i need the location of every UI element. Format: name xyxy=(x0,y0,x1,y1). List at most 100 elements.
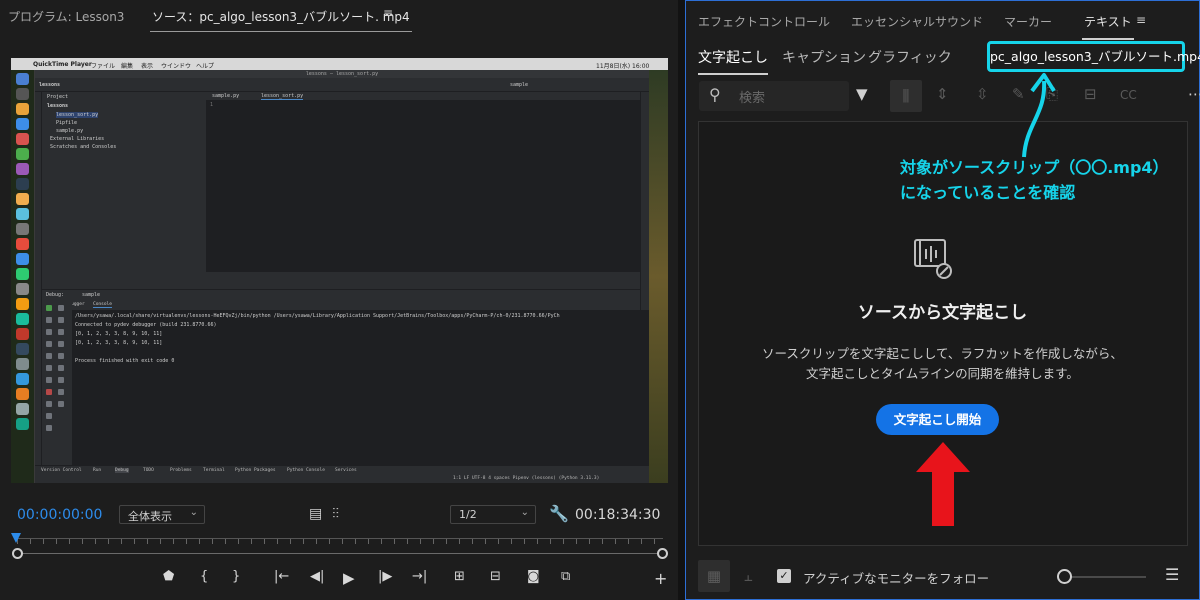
search-field[interactable]: ⚲ 検索 xyxy=(699,81,849,111)
transcribe-icon xyxy=(914,239,952,279)
follow-monitor-checkbox[interactable]: ✓ xyxy=(777,569,791,583)
line-number: 1 xyxy=(210,102,214,108)
description-line: ソースクリップを文字起こしして、ラフカットを作成しながら、 xyxy=(762,346,1123,361)
ide-title: lessons — lesson_sort.py xyxy=(35,70,649,78)
zoom-slider-handle[interactable] xyxy=(1057,569,1072,584)
timecode-duration: 00:18:34:30 xyxy=(575,507,661,523)
zoom-scrollbar[interactable] xyxy=(17,553,663,554)
merge-down-icon: ⇳ xyxy=(976,85,989,103)
tree-item: lessons xyxy=(47,103,69,109)
video-frame: QuickTime Player ファイル 編集 表示 ウインドウ ヘルプ 11… xyxy=(11,58,668,483)
ide-status-bar: 1:1 LF UTF-8 4 spaces Pipenv (lessons) (… xyxy=(453,476,600,481)
premiere-window: プログラム: Lesson3 ソース：pc_algo_lesson3_バブルソー… xyxy=(0,0,1200,600)
playhead-icon[interactable] xyxy=(11,533,21,543)
resolution-select[interactable]: 1/2 ⌄ xyxy=(450,505,536,524)
console-line: [0, 1, 2, 3, 3, 8, 9, 10, 11] xyxy=(75,331,163,337)
timecode-current[interactable]: 00:00:00:00 xyxy=(17,507,102,523)
pycharm-window: lessons — lesson_sort.py lessons sample … xyxy=(35,70,649,483)
annotation-line: 対象がソースクリップ（〇〇.mp4） xyxy=(900,158,1169,177)
empty-state-title: ソースから文字起こし xyxy=(857,303,1028,323)
zoom-select[interactable]: 全体表示 ⌄ xyxy=(119,505,205,524)
mac-menu-item: ファイル xyxy=(91,63,116,70)
panel-tab-bar: エフェクトコントロール エッセンシャルサウンド マーカー テキスト ≡ xyxy=(686,1,1199,40)
panel-divider[interactable] xyxy=(678,0,685,600)
add-icon[interactable]: + xyxy=(654,569,667,588)
export-icon[interactable]: ⧉ xyxy=(561,569,570,584)
go-to-in-icon[interactable]: |← xyxy=(274,569,289,584)
step-back-icon[interactable]: ◀| xyxy=(310,569,324,584)
console-line: Connected to pydev debugger (build 231.8… xyxy=(75,322,217,328)
more-icon[interactable]: ⋯ xyxy=(1188,85,1200,103)
mac-menu-item: 表示 xyxy=(141,63,154,70)
tool-window: TODO xyxy=(143,468,154,473)
ide-project-tree: Project lessons lesson_sort.py Pipfile s… xyxy=(42,92,206,272)
console-line: Process finished with exit code 0 xyxy=(75,358,175,364)
start-transcription-button[interactable]: 文字起こし開始 xyxy=(876,404,999,435)
play-icon[interactable]: ▶ xyxy=(343,569,355,587)
description-line: 文字起こしとタイムラインの同期を維持します。 xyxy=(806,366,1079,381)
tree-item: Scratches and Consoles xyxy=(50,144,117,150)
tab-program[interactable]: プログラム: Lesson3 xyxy=(8,8,124,25)
go-to-out-icon[interactable]: →| xyxy=(412,569,427,584)
tree-item: External Libraries xyxy=(50,136,105,142)
ide-toolbar: lessons sample xyxy=(35,78,649,92)
debug-tab: Console xyxy=(93,302,112,308)
monitor-tab-bar: プログラム: Lesson3 ソース：pc_algo_lesson3_バブルソー… xyxy=(0,0,678,32)
tool-window: Run xyxy=(93,468,102,473)
project-header: Project xyxy=(47,94,69,100)
hamburger-icon[interactable]: ≡ xyxy=(383,6,393,20)
hamburger-icon[interactable]: ≡ xyxy=(1136,13,1146,27)
tool-window: Debug xyxy=(115,468,129,473)
ide-root-label: lessons xyxy=(39,82,61,88)
tool-window: Python Packages xyxy=(235,468,276,473)
wrench-icon[interactable]: 🔧 xyxy=(549,504,569,523)
mark-out-icon[interactable]: } xyxy=(232,569,240,584)
tab-text[interactable]: テキスト xyxy=(1082,13,1134,40)
settings-sliders-icon[interactable]: ☰ xyxy=(1165,565,1179,584)
search-icon: ⚲ xyxy=(709,85,721,104)
text-panel: エフェクトコントロール エッセンシャルサウンド マーカー テキスト ≡ 文字起こ… xyxy=(685,0,1200,600)
tab-transcript[interactable]: 文字起こし xyxy=(698,47,768,75)
zoom-slider-track[interactable] xyxy=(1066,576,1146,578)
tab-source[interactable]: ソース：pc_algo_lesson3_バブルソート. mp4 xyxy=(150,8,412,32)
tab-essential-sound[interactable]: エッセンシャルサウンド xyxy=(851,13,983,30)
resolution-select-value: 1/2 xyxy=(459,508,477,521)
filter-icon[interactable]: ▼ xyxy=(856,85,868,103)
mark-in-icon[interactable]: { xyxy=(200,569,208,584)
tool-window: Python Console xyxy=(287,468,325,473)
desktop-wallpaper xyxy=(649,70,668,483)
tab-markers[interactable]: マーカー xyxy=(1004,13,1052,30)
tool-window: Services xyxy=(335,468,357,473)
tab-graphics[interactable]: グラフィック xyxy=(868,47,952,67)
annotation-arrow-icon xyxy=(1022,73,1056,158)
tab-effect-controls[interactable]: エフェクトコントロール xyxy=(698,13,830,30)
transcript-view-icon[interactable]: ▦ xyxy=(698,560,730,592)
marker-icon[interactable]: ⬟ xyxy=(163,569,174,584)
search-placeholder: 検索 xyxy=(739,91,766,106)
insert-icon[interactable]: ⊞ xyxy=(454,569,465,584)
scroll-handle-left[interactable] xyxy=(12,548,23,559)
split-caption-icon[interactable]: ⫼ xyxy=(890,80,922,112)
camera-icon[interactable]: ◙ xyxy=(527,569,540,584)
ide-left-strip xyxy=(35,92,42,470)
tree-item: lesson_sort.py xyxy=(56,112,99,118)
safe-margins-icon[interactable]: ▤ xyxy=(309,506,322,522)
step-forward-icon[interactable]: |▶ xyxy=(378,569,392,584)
overwrite-icon[interactable]: ⊟ xyxy=(490,569,501,584)
audio-waveform-icon[interactable]: ⫶⫶ xyxy=(332,506,339,522)
debug-console: /Users/ysawa/.local/share/virtualenvs/le… xyxy=(72,310,649,465)
debug-tabs: Debugger Console xyxy=(61,301,640,310)
ide-tool-windows: Version Control Run Debug TODO Problems … xyxy=(35,465,649,483)
time-ruler[interactable] xyxy=(17,538,663,546)
scroll-handle-right[interactable] xyxy=(657,548,668,559)
cc-icon: CC xyxy=(1120,88,1137,102)
mac-menu-bar: QuickTime Player ファイル 編集 表示 ウインドウ ヘルプ 11… xyxy=(11,58,668,70)
debug-config: sample xyxy=(82,292,101,298)
zoom-select-value: 全体表示 xyxy=(128,510,172,523)
chevron-down-icon: ⌄ xyxy=(520,507,529,518)
hierarchy-icon[interactable]: ⫠ xyxy=(732,560,764,592)
tab-captions[interactable]: キャプション xyxy=(782,47,866,67)
editor-tab: lesson_sort.py xyxy=(261,93,304,100)
annotation-line: になっていることを確認 xyxy=(900,183,1076,202)
source-monitor-panel: プログラム: Lesson3 ソース：pc_algo_lesson3_バブルソー… xyxy=(0,0,678,600)
